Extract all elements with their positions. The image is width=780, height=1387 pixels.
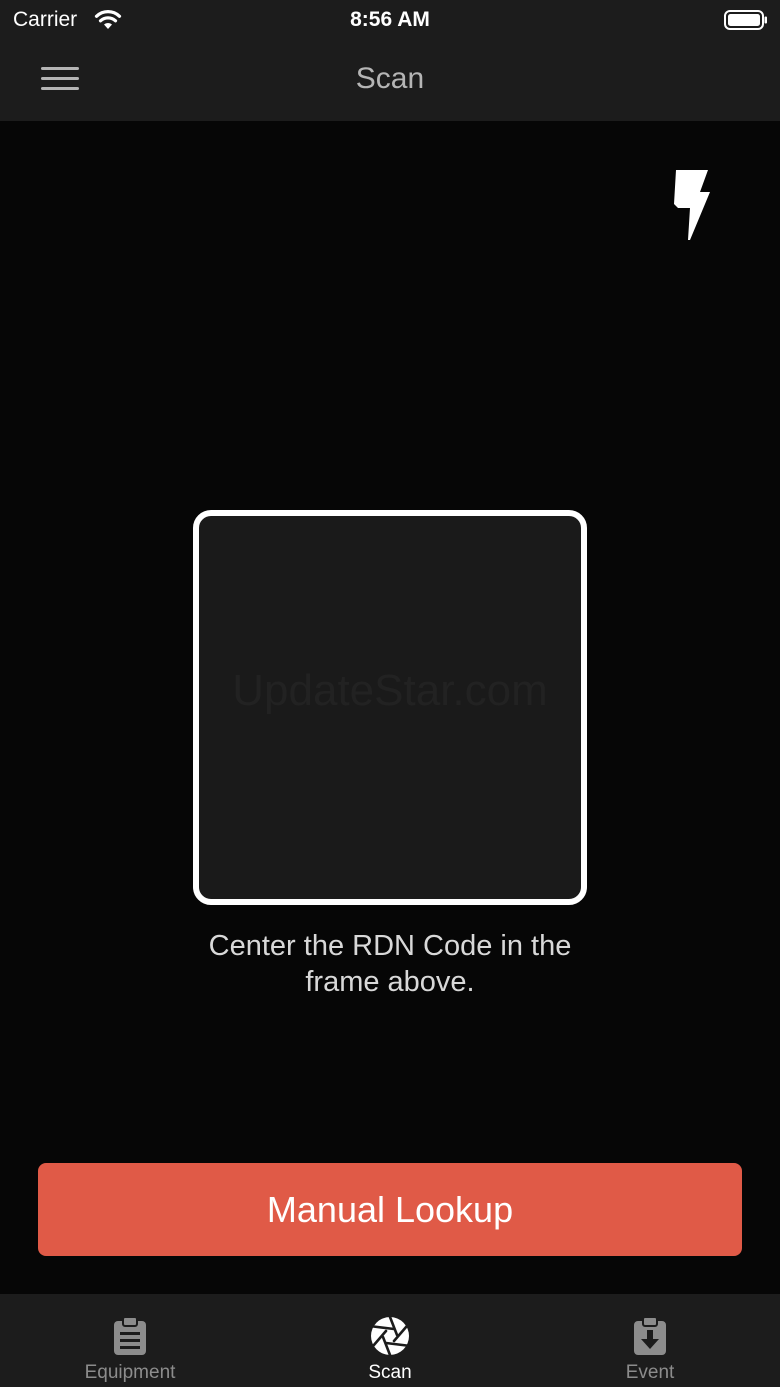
tab-bar: Equipment Scan Event	[0, 1294, 780, 1387]
tab-label: Event	[625, 1362, 675, 1383]
scan-instruction: Center the RDN Code in the frame above.	[208, 930, 572, 998]
aperture-icon	[371, 1316, 409, 1356]
flash-icon[interactable]	[664, 164, 718, 246]
battery-icon	[724, 10, 767, 30]
scan-frame: UpdateStar.com	[193, 510, 587, 905]
tab-event[interactable]: Event	[520, 1294, 780, 1387]
status-bar: Carrier 8:56 AM	[0, 0, 780, 40]
tab-label: Scan	[368, 1362, 412, 1383]
page-title: Scan	[355, 62, 425, 95]
clipboard-download-icon	[634, 1316, 666, 1355]
tab-label: Equipment	[84, 1362, 176, 1383]
manual-lookup-button[interactable]: Manual Lookup	[38, 1163, 742, 1256]
clock: 8:56 AM	[350, 8, 430, 31]
tab-scan[interactable]: Scan	[260, 1294, 520, 1387]
watermark: UpdateStar.com	[232, 666, 548, 715]
nav-bar: Scan	[0, 40, 780, 121]
tab-equipment[interactable]: Equipment	[0, 1294, 260, 1387]
clipboard-icon	[114, 1316, 146, 1355]
